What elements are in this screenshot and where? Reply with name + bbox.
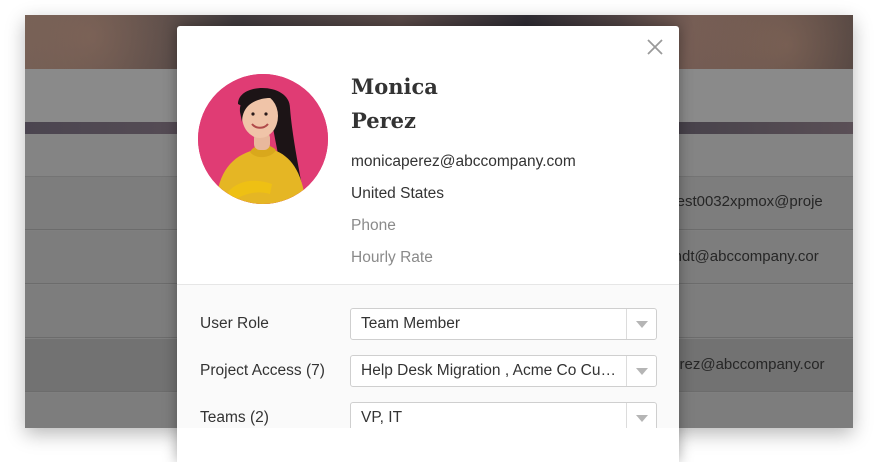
chevron-down-icon[interactable] [626, 403, 656, 428]
user-role-label: User Role [200, 315, 269, 332]
chevron-down-icon[interactable] [626, 356, 656, 386]
profile-details: Monica Perez monicaperez@abccompany.com … [351, 70, 651, 274]
project-access-label: Project Access (7) [200, 362, 325, 379]
user-role-select[interactable]: Team Member [350, 308, 657, 340]
teams-row: Teams (2) VP, IT [177, 402, 679, 428]
user-profile-modal: Monica Perez monicaperez@abccompany.com … [177, 26, 679, 462]
access-settings-form: User Role Team Member Project Access (7)… [177, 285, 679, 428]
email-text: monicaperez@abccompany.com [351, 153, 576, 170]
project-access-value: Help Desk Migration , Acme Co Customer P… [361, 362, 623, 379]
close-icon[interactable] [645, 37, 665, 57]
project-access-row: Project Access (7) Help Desk Migration ,… [177, 355, 679, 387]
project-access-select[interactable]: Help Desk Migration , Acme Co Customer P… [350, 355, 657, 387]
avatar [198, 74, 328, 204]
user-role-value: Team Member [361, 315, 461, 332]
hourly-rate-field[interactable]: Hourly Rate [351, 242, 651, 274]
teams-select[interactable]: VP, IT [350, 402, 657, 428]
teams-label: Teams (2) [200, 409, 269, 426]
last-name: Perez [351, 108, 416, 133]
phone-field[interactable]: Phone [351, 210, 651, 242]
chevron-down-icon[interactable] [626, 309, 656, 339]
first-name: Monica [351, 74, 438, 99]
country-text: United States [351, 185, 445, 202]
teams-value: VP, IT [361, 409, 403, 426]
user-role-row: User Role Team Member [177, 308, 679, 340]
